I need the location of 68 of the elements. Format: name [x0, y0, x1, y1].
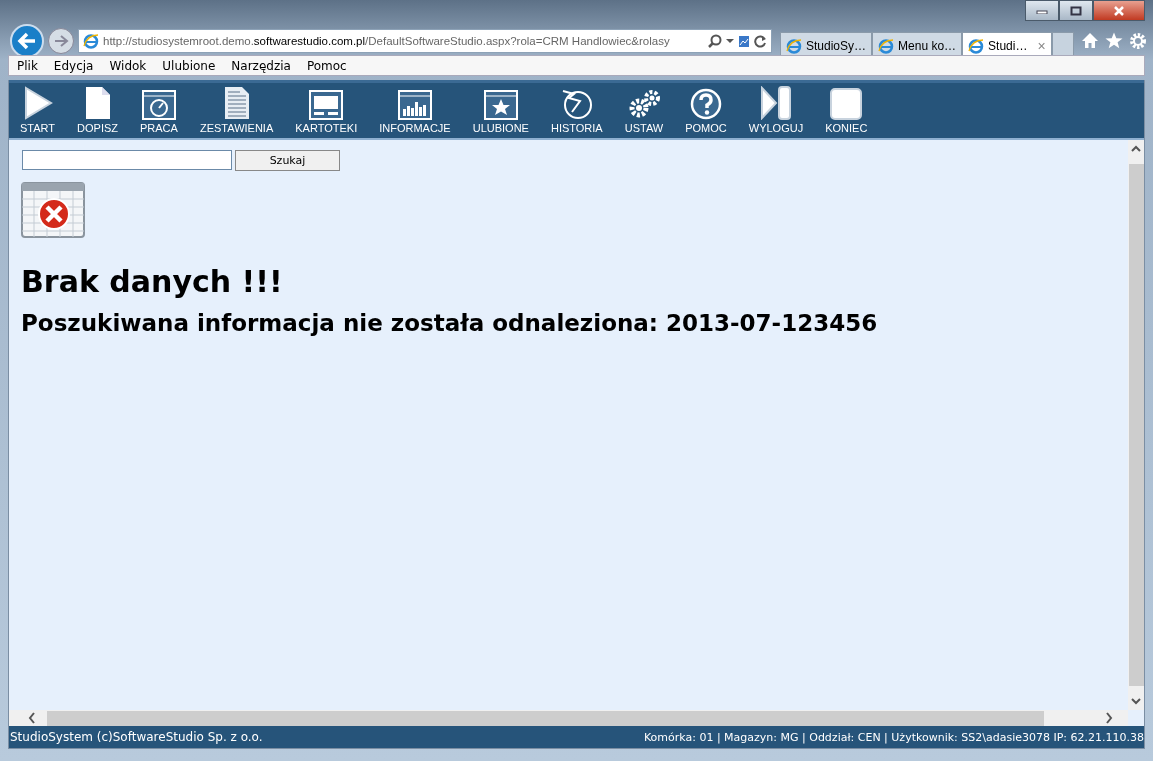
- play-stop-icon: [760, 86, 792, 120]
- address-text: http://studiosystemroot.demo.softwarestudio.com.pl/DefaultSoftwareStudio.aspx?rola=CRM Handlowiec&rolasy: [103, 35, 671, 47]
- toolbar-button[interactable]: DOPISZ: [66, 86, 129, 134]
- bar-chart-window-icon: [397, 90, 432, 120]
- forward-button[interactable]: [48, 28, 74, 54]
- toolbar-button[interactable]: POMOC: [674, 88, 738, 134]
- toolbar-button[interactable]: KARTOTEKI: [284, 90, 369, 134]
- toolbar-button[interactable]: PRACA: [129, 90, 189, 134]
- copyright-text: StudioSystem (c)SoftwareStudio Sp. z o.o.: [10, 730, 263, 744]
- scroll-right-icon[interactable]: [1104, 712, 1114, 724]
- clock-window-icon: [141, 90, 176, 120]
- dropdown-caret-icon[interactable]: [726, 38, 734, 44]
- scroll-up-icon[interactable]: [1131, 144, 1141, 154]
- address-bar[interactable]: http://studiosystemroot.demo.softwarestudio.com.pl/DefaultSoftwareStudio.aspx?rola=CRM Handlowiec&rolasy: [78, 29, 772, 53]
- vertical-scrollbar[interactable]: [1128, 140, 1144, 710]
- toolbar-button[interactable]: KONIEC: [814, 88, 879, 134]
- menu-item[interactable]: Ulubione: [154, 58, 224, 73]
- maximize-button[interactable]: [1059, 0, 1093, 21]
- tab-close-button[interactable]: ×: [1037, 37, 1046, 54]
- square-icon: [830, 88, 863, 120]
- maximize-icon: [1070, 5, 1082, 16]
- browser-logo-icon: [786, 37, 802, 54]
- minimize-button[interactable]: [1025, 0, 1059, 21]
- help-icon: [690, 88, 722, 120]
- menu-item[interactable]: Pomoc: [298, 58, 355, 73]
- menu-item[interactable]: Narzędzia: [223, 58, 299, 73]
- not-found-message: Poszukiwana informacja nie została odnaleziona: 2013-07-123456: [21, 310, 879, 338]
- home-icon[interactable]: [1081, 32, 1099, 49]
- horizontal-scrollbar[interactable]: [9, 710, 1128, 726]
- menu-item[interactable]: Widok: [101, 58, 155, 73]
- toolbar-button[interactable]: WYLOGUJ: [737, 86, 815, 134]
- star-icon[interactable]: [1105, 32, 1123, 49]
- toolbar-button[interactable]: INFORMACJE: [368, 90, 462, 134]
- toolbar-button[interactable]: HISTORIA: [539, 88, 614, 134]
- star-window-icon: [483, 90, 518, 120]
- menu-item[interactable]: Plik: [9, 58, 46, 73]
- close-icon: [1113, 5, 1125, 16]
- settings-icon[interactable]: [1129, 32, 1147, 50]
- session-info-text: Komórka: 01 | Magazyn: MG | Oddział: CEN | Użytkownik: SS2\adasie3078 IP: 62.21.110.38: [643, 730, 1144, 744]
- scroll-down-icon[interactable]: [1131, 696, 1141, 706]
- back-button[interactable]: [10, 24, 44, 58]
- browser-logo-icon: [83, 33, 99, 49]
- toolbar-button[interactable]: ZESTAWIENIA: [188, 86, 285, 134]
- search-icon[interactable]: [708, 34, 722, 48]
- toolbar-button[interactable]: ULUBIONE: [461, 90, 540, 134]
- browser-logo-icon: [878, 37, 895, 54]
- right-arrow-icon: [53, 34, 69, 48]
- browser-tab[interactable]: Studi… ×: [962, 32, 1052, 58]
- close-button[interactable]: [1093, 0, 1145, 21]
- scroll-left-icon[interactable]: [27, 712, 37, 724]
- play-icon: [22, 86, 53, 120]
- toolbar-button[interactable]: USTAW: [613, 88, 675, 134]
- browser-logo-icon: [968, 37, 985, 54]
- search-button[interactable]: Szukaj: [235, 150, 340, 171]
- table-error-icon: [21, 182, 85, 238]
- compatibility-view-icon[interactable]: [738, 34, 750, 48]
- browser-tab[interactable]: Menu ko…: [872, 32, 963, 58]
- page-icon: [84, 86, 111, 120]
- browser-tab[interactable]: StudioSy…: [780, 32, 873, 58]
- screen-window-icon: [309, 90, 344, 120]
- refresh-icon[interactable]: [754, 34, 767, 48]
- search-field[interactable]: [22, 150, 232, 170]
- toolbar-button[interactable]: START: [9, 86, 67, 134]
- document-icon: [223, 86, 250, 120]
- minimize-icon: [1036, 7, 1048, 14]
- menu-item[interactable]: Edycja: [45, 58, 102, 73]
- no-data-heading: Brak danych !!!: [21, 264, 284, 300]
- left-arrow-icon: [17, 32, 37, 50]
